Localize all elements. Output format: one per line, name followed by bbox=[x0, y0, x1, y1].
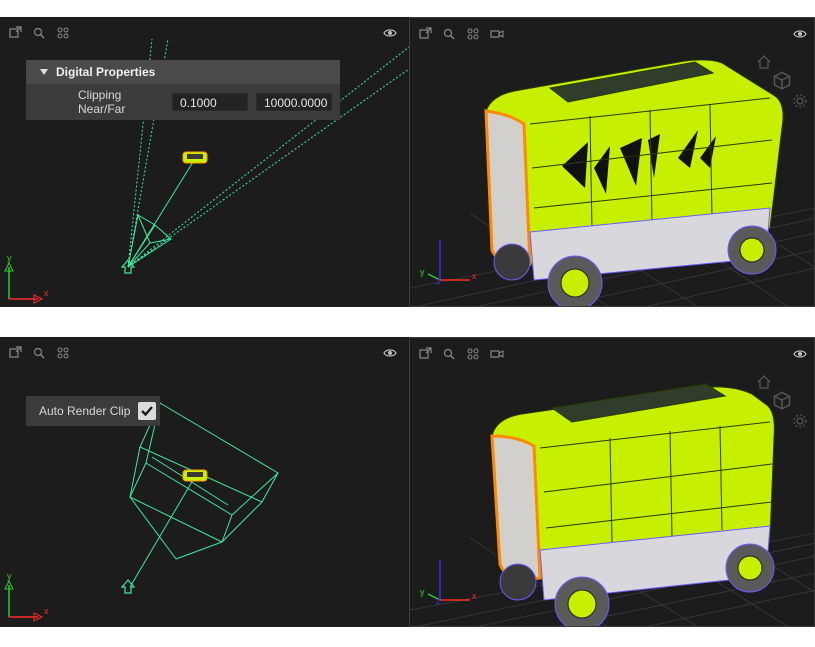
digital-properties-panel: Digital Properties Clipping Near/Far 0.1… bbox=[26, 60, 340, 120]
axis-label-y: y bbox=[7, 571, 12, 581]
axis-label-x: x bbox=[472, 591, 477, 601]
target-car-icon bbox=[182, 469, 208, 482]
bottom-right-viewport[interactable]: x y z bbox=[409, 337, 815, 627]
collapse-triangle-icon[interactable] bbox=[40, 69, 48, 75]
clipping-far-input[interactable]: 10000.0000 bbox=[256, 93, 332, 111]
checkmark-icon bbox=[141, 406, 154, 417]
camera-marker-icon bbox=[120, 579, 136, 594]
axis-label-z: z bbox=[436, 276, 441, 286]
bottom-left-viewport[interactable]: y x Auto Render Clip bbox=[0, 337, 409, 627]
auto-render-clip-checkbox[interactable] bbox=[138, 402, 157, 420]
clipping-label: Clipping Near/Far bbox=[78, 88, 126, 116]
vehicle-render-clipped bbox=[410, 59, 814, 306]
clipping-near-input[interactable]: 0.1000 bbox=[172, 93, 248, 111]
auto-render-clip-panel: Auto Render Clip bbox=[26, 396, 160, 426]
panel-title: Digital Properties bbox=[56, 65, 156, 79]
auto-render-clip-label: Auto Render Clip bbox=[39, 404, 131, 418]
axis-gizmo bbox=[427, 560, 470, 601]
axis-label-y: y bbox=[420, 587, 425, 597]
axis-label-y: y bbox=[7, 253, 12, 263]
target-car-icon bbox=[182, 151, 208, 164]
vehicle-render-complete bbox=[410, 383, 814, 626]
axis-gizmo bbox=[4, 261, 44, 304]
axis-label-x: x bbox=[44, 606, 49, 616]
top-left-viewport[interactable]: y x Digital Properties Clipping Near/Far… bbox=[0, 17, 409, 307]
axis-label-x: x bbox=[44, 288, 49, 298]
axis-label-z: z bbox=[436, 596, 441, 606]
axis-label-y: y bbox=[420, 267, 425, 277]
axis-label-x: x bbox=[472, 271, 477, 281]
axis-gizmo bbox=[4, 579, 44, 622]
digital-properties-header[interactable]: Digital Properties bbox=[26, 60, 340, 84]
axis-gizmo bbox=[427, 240, 470, 281]
top-right-viewport[interactable]: x y z bbox=[409, 17, 815, 307]
camera-frustum-scene bbox=[4, 402, 279, 622]
